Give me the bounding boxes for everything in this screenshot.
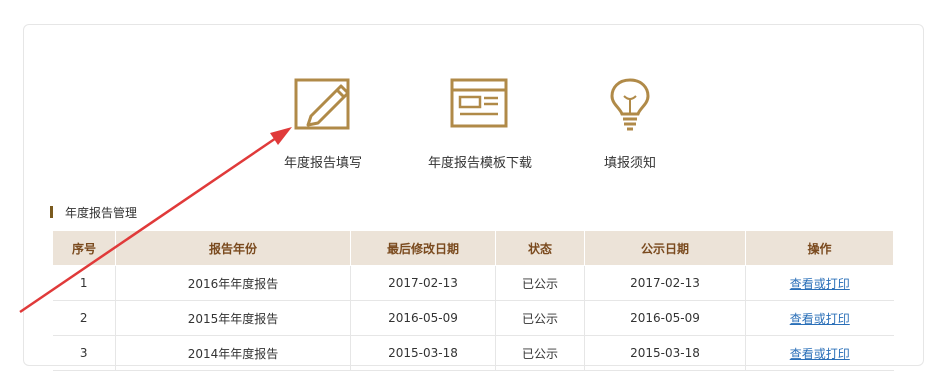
table-row: 2 2015年年度报告 2016-05-09 已公示 2016-05-09 查看… (52, 300, 894, 336)
row-index: 1 (52, 265, 116, 301)
annual-report-template-download-button[interactable]: 年度报告模板下载 (410, 74, 550, 171)
template-icon (450, 78, 508, 128)
annual-report-fill-button[interactable]: 年度报告填写 (253, 74, 393, 171)
annual-report-table: 序号 报告年份 最后修改日期 状态 公示日期 操作 1 2016年年度报告 20… (52, 230, 894, 371)
section-title: 年度报告管理 (50, 204, 137, 221)
row-publish-date: 2015-03-18 (584, 335, 746, 371)
row-status: 已公示 (495, 265, 585, 301)
table-row: 3 2014年年度报告 2015-03-18 已公示 2015-03-18 查看… (52, 335, 894, 371)
view-print-link[interactable]: 查看或打印 (790, 277, 850, 291)
row-index: 3 (52, 335, 116, 371)
row-report-year: 2016年年度报告 (115, 265, 351, 301)
header-publish-date: 公示日期 (584, 230, 746, 266)
row-action-cell: 查看或打印 (745, 265, 894, 301)
row-action-cell: 查看或打印 (745, 335, 894, 371)
row-report-year: 2014年年度报告 (115, 335, 351, 371)
annual-report-template-download-label: 年度报告模板下载 (427, 156, 532, 171)
row-status: 已公示 (495, 300, 585, 336)
row-last-modified: 2017-02-13 (350, 265, 496, 301)
row-last-modified: 2016-05-09 (350, 300, 496, 336)
annual-report-fill-label: 年度报告填写 (283, 156, 362, 171)
header-action: 操作 (745, 230, 894, 266)
view-print-link[interactable]: 查看或打印 (790, 312, 850, 326)
table-header-row: 序号 报告年份 最后修改日期 状态 公示日期 操作 (52, 230, 894, 266)
view-print-link[interactable]: 查看或打印 (790, 347, 850, 361)
section-title-bar (50, 206, 53, 218)
row-last-modified: 2015-03-18 (350, 335, 496, 371)
filing-instructions-label: 填报须知 (603, 156, 656, 171)
row-report-year: 2015年年度报告 (115, 300, 351, 336)
row-publish-date: 2017-02-13 (584, 265, 746, 301)
row-publish-date: 2016-05-09 (584, 300, 746, 336)
header-index: 序号 (52, 230, 116, 266)
table-row: 1 2016年年度报告 2017-02-13 已公示 2017-02-13 查看… (52, 265, 894, 301)
row-action-cell: 查看或打印 (745, 300, 894, 336)
row-status: 已公示 (495, 335, 585, 371)
header-last-modified: 最后修改日期 (350, 230, 496, 266)
header-report-year: 报告年份 (115, 230, 351, 266)
edit-icon (294, 78, 350, 130)
lightbulb-icon (610, 78, 650, 131)
filing-instructions-button[interactable]: 填报须知 (560, 74, 700, 171)
header-status: 状态 (495, 230, 585, 266)
section-title-text: 年度报告管理 (65, 206, 138, 220)
row-index: 2 (52, 300, 116, 336)
